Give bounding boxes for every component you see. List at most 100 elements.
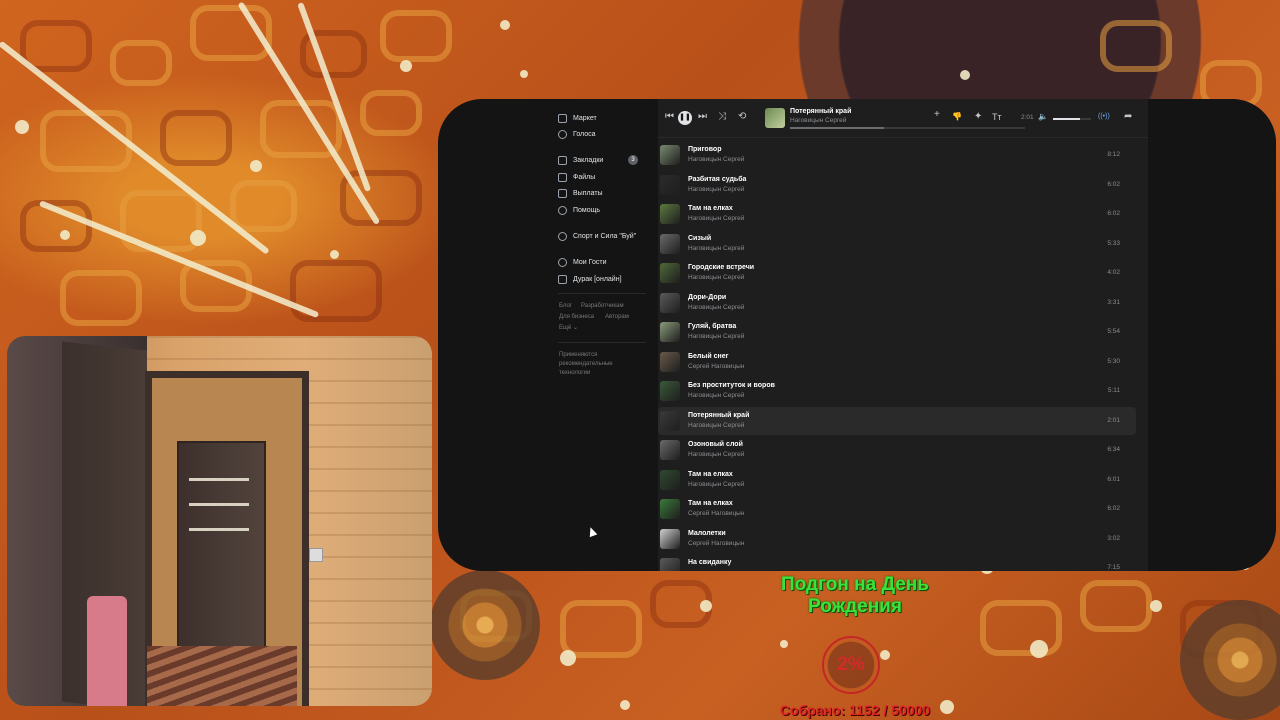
repeat-button[interactable]: ⟲ bbox=[738, 111, 746, 123]
music-app-window: Маркет Голоса Закладки 3 Файлы Выплаты П… bbox=[438, 99, 1276, 571]
track-row[interactable]: На свиданку 7:15 bbox=[658, 554, 1136, 571]
track-duration: 5:54 bbox=[1107, 328, 1120, 335]
track-row[interactable]: Там на елках Наговицын Сергей 6:01 bbox=[658, 466, 1136, 494]
buffered-bar bbox=[790, 127, 884, 129]
bookmarks-count-badge: 3 bbox=[628, 155, 638, 165]
track-duration: 5:11 bbox=[1107, 387, 1120, 394]
now-playing-cover[interactable] bbox=[765, 108, 785, 128]
webcam-towel bbox=[87, 596, 127, 706]
lyrics-button[interactable]: Тт bbox=[992, 111, 1002, 123]
track-artist: Сергей Наговицын bbox=[688, 510, 745, 517]
sidebar-item-guests[interactable]: Мои Гости bbox=[558, 254, 646, 270]
track-title: Без проституток и воров bbox=[688, 382, 775, 389]
next-track-button[interactable]: ⏭ bbox=[698, 111, 707, 123]
track-title: Разбитая судьба bbox=[688, 175, 747, 183]
track-cover bbox=[660, 558, 680, 571]
community-icon bbox=[558, 231, 567, 241]
sidebar-divider bbox=[558, 342, 646, 343]
playback-progress-bar[interactable] bbox=[790, 127, 1025, 129]
track-artist: Наговицын Сергей bbox=[688, 215, 745, 222]
track-cover bbox=[660, 145, 680, 165]
pause-button[interactable]: ❚❚ bbox=[678, 111, 692, 125]
sidebar-divider bbox=[558, 293, 646, 294]
track-cover bbox=[660, 351, 680, 372]
footer-link-business[interactable]: Для бизнеса bbox=[559, 314, 594, 320]
sidebar-item-game[interactable]: Дурак [онлайн] bbox=[558, 271, 646, 287]
volume-fill bbox=[1053, 118, 1080, 120]
track-duration: 3:31 bbox=[1107, 298, 1120, 306]
track-duration: 6:02 bbox=[1107, 180, 1120, 188]
sidebar-item-votes[interactable]: Голоса bbox=[558, 126, 646, 142]
recommendation-note[interactable]: Применяются рекомендательные технологии bbox=[559, 351, 629, 378]
track-title: Озоновый слой bbox=[688, 441, 743, 448]
volume-icon[interactable]: 🔈 bbox=[1038, 111, 1048, 123]
donation-goal-title-line2: Рождения bbox=[808, 596, 902, 617]
track-title: Там на елках bbox=[688, 500, 733, 507]
previous-track-button[interactable]: ⏮ bbox=[665, 111, 674, 123]
audio-player-bar: ⏮ ❚❚ ⏭ ⤨ ⟲ Потерянный край Наговицын Сер… bbox=[658, 99, 1148, 138]
track-cover bbox=[660, 528, 680, 549]
track-artist: Наговицын Сергей bbox=[688, 451, 745, 458]
footer-link-more[interactable]: Ещё ⌄ bbox=[559, 324, 578, 331]
sidebar-item-label: Помощь bbox=[573, 206, 601, 214]
dislike-icon[interactable]: 👎 bbox=[952, 111, 962, 123]
now-playing-title[interactable]: Потерянный край bbox=[790, 108, 851, 115]
sidebar-item-label: Дурак [онлайн] bbox=[573, 275, 622, 283]
add-track-button[interactable]: + bbox=[934, 109, 940, 121]
now-playing-artist[interactable]: Наговицын Сергей bbox=[790, 117, 846, 124]
track-cover bbox=[660, 440, 680, 460]
track-title: Приговор bbox=[688, 146, 722, 153]
sidebar-item-label: Файлы bbox=[573, 173, 596, 181]
footer-link-blog[interactable]: Блог bbox=[559, 303, 572, 309]
track-row[interactable]: Без проституток и воров Наговицын Сергей 5… bbox=[658, 377, 1136, 405]
track-artist: Наговицын Сергей bbox=[688, 480, 745, 488]
track-row[interactable]: Там на елках Сергей Наговицын 6:02 bbox=[658, 495, 1136, 523]
sidebar-item-market[interactable]: Маркет bbox=[558, 110, 646, 126]
sidebar: Маркет Голоса Закладки 3 Файлы Выплаты П… bbox=[558, 99, 646, 571]
track-row[interactable]: Дори-Дори Наговицын Сергей 3:31 bbox=[658, 289, 1136, 317]
track-duration: 2:01 bbox=[1107, 416, 1120, 424]
track-row[interactable]: Озоновый слой Наговицын Сергей 6:34 bbox=[658, 436, 1136, 464]
track-cover bbox=[660, 263, 680, 283]
track-row[interactable]: Потерянный край Наговицын Сергей 2:01 bbox=[658, 406, 1136, 435]
track-cover bbox=[660, 410, 680, 431]
track-row[interactable]: Городские встречи Наговицын Сергей 4:02 bbox=[658, 259, 1136, 287]
footer-link-developers[interactable]: Разработчикам bbox=[581, 303, 624, 309]
sidebar-item-payments[interactable]: Выплаты bbox=[558, 185, 646, 201]
track-row[interactable]: Малолетки Сергей Наговицын 3:02 bbox=[658, 525, 1136, 553]
track-title: Белый снег bbox=[688, 352, 729, 360]
sidebar-item-label: Закладки bbox=[573, 156, 604, 164]
market-icon bbox=[558, 113, 567, 123]
sidebar-item-label: Маркет bbox=[573, 114, 597, 122]
track-row[interactable]: Там на елках Наговицын Сергей 6:02 bbox=[658, 200, 1136, 228]
track-row[interactable]: Белый снег Сергей Наговицын 5:30 bbox=[658, 348, 1136, 376]
footer-link-authors[interactable]: Авторам bbox=[605, 314, 629, 320]
track-artist: Наговицын Сергей bbox=[688, 421, 745, 429]
sidebar-item-help[interactable]: Помощь bbox=[558, 202, 646, 218]
sidebar-item-community[interactable]: Спорт и Сила "Буй" bbox=[558, 228, 646, 244]
broadcast-icon[interactable]: ((•)) bbox=[1098, 111, 1110, 123]
sidebar-item-bookmarks[interactable]: Закладки 3 bbox=[558, 152, 646, 168]
webcam-light-switch bbox=[309, 548, 323, 562]
sidebar-item-files[interactable]: Файлы bbox=[558, 169, 646, 185]
magic-icon[interactable]: ✦ bbox=[974, 111, 982, 123]
share-icon[interactable]: ➦ bbox=[1124, 111, 1132, 123]
track-title: Городские встречи bbox=[688, 264, 755, 271]
shuffle-button[interactable]: ⤨ bbox=[718, 111, 726, 123]
donation-goal-title: Подгон на День Рождения bbox=[740, 574, 970, 618]
track-cover bbox=[660, 174, 680, 195]
donation-percent: 2% bbox=[837, 654, 865, 675]
right-empty-area bbox=[1148, 99, 1276, 571]
track-artist: Наговицын Сергей bbox=[688, 274, 745, 281]
track-row[interactable]: Приговор Наговицын Сергей 8:12 bbox=[658, 141, 1136, 169]
track-row[interactable]: Гуляй, братва Наговицын Сергей 5:54 bbox=[658, 318, 1136, 346]
track-artist: Наговицын Сергей bbox=[688, 244, 745, 252]
track-duration: 5:33 bbox=[1107, 239, 1120, 247]
track-title: Гуляй, братва bbox=[688, 323, 737, 330]
track-row[interactable]: Разбитая судьба Наговицын Сергей 6:02 bbox=[658, 171, 1136, 199]
track-row[interactable]: Сизый Наговицын Сергей 5:33 bbox=[658, 230, 1136, 258]
volume-slider[interactable] bbox=[1053, 118, 1091, 120]
game-icon bbox=[558, 274, 567, 284]
track-artist: Наговицын Сергей bbox=[688, 303, 745, 311]
sidebar-item-label: Голоса bbox=[573, 130, 596, 138]
